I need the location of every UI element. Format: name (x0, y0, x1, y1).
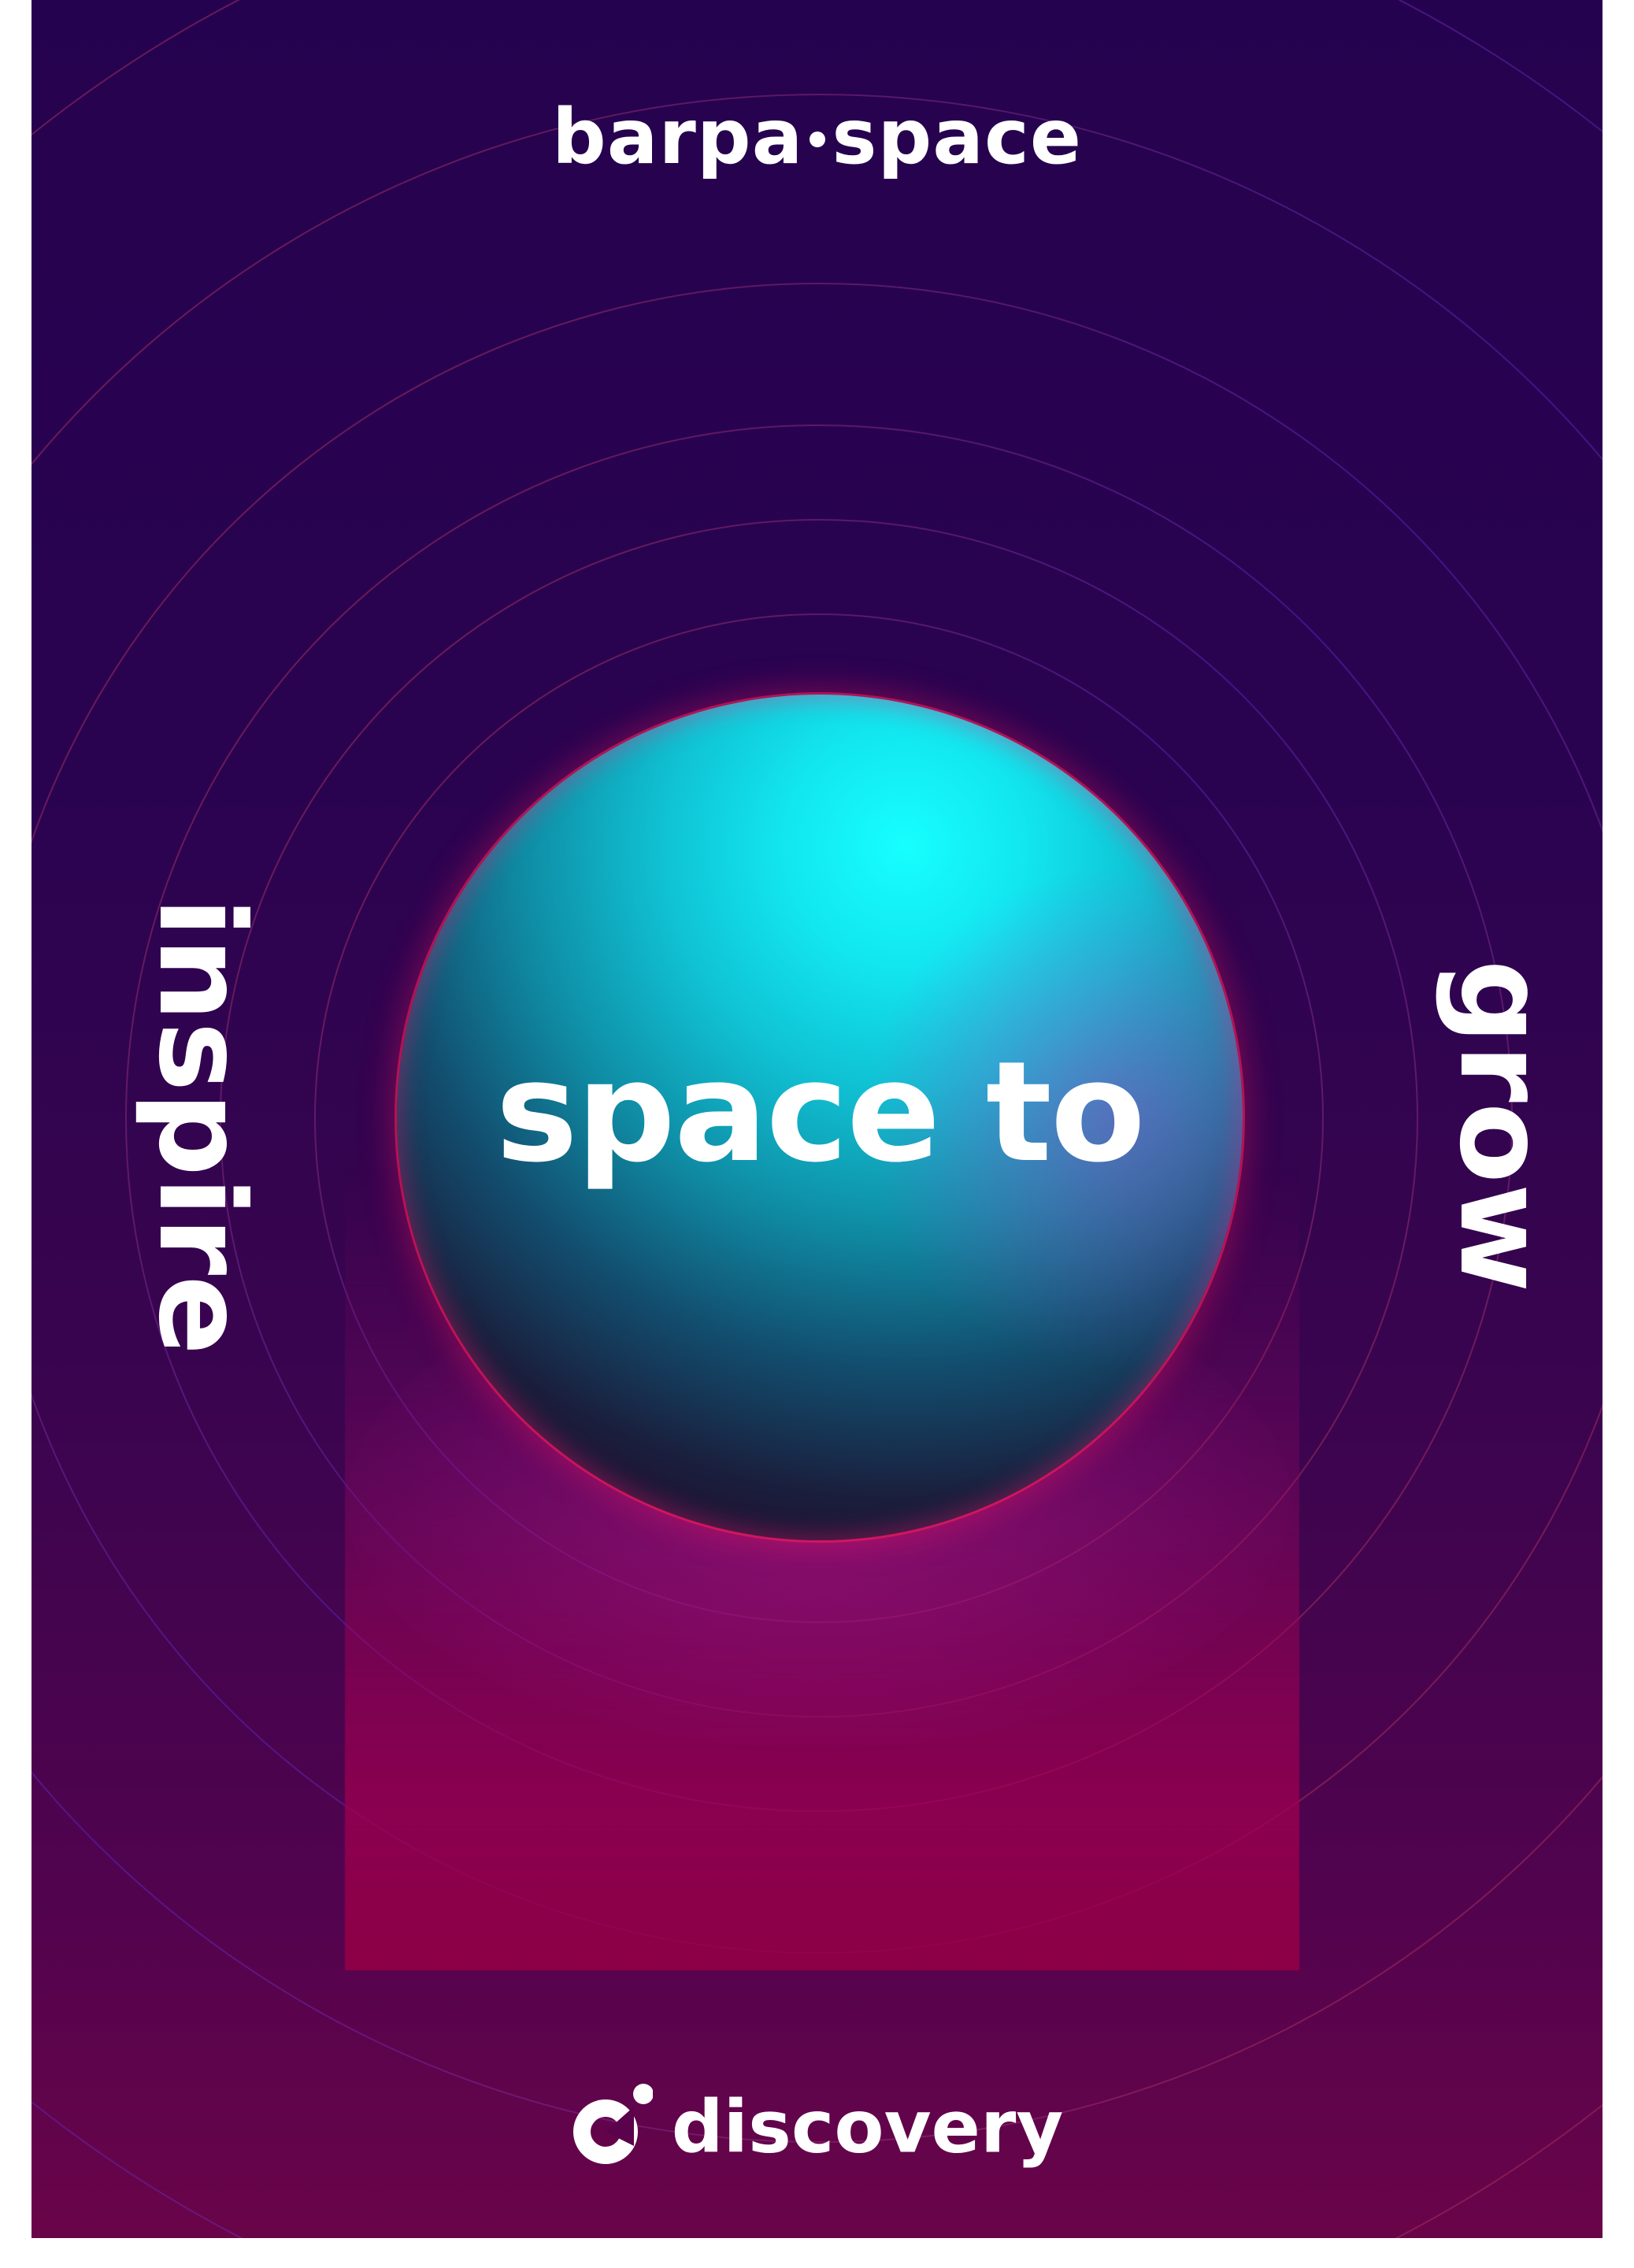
discovery-logo-icon (571, 2083, 653, 2165)
brand-name-right: space (832, 93, 1082, 181)
page-margin (0, 2238, 1634, 2268)
headline: space to (495, 1032, 1146, 1193)
side-text-left: inspire (132, 897, 269, 1355)
discovery-wordmark: discovery (671, 2085, 1064, 2170)
brand-name-left: barpa (552, 93, 804, 181)
brand-logo-top: barpa space (31, 93, 1603, 181)
side-text-right: grow (1433, 959, 1570, 1293)
poster: barpa space space to inspire grow discove… (31, 0, 1603, 2238)
brand-logo-bottom: discovery (31, 2084, 1603, 2173)
brand-dot-icon (810, 131, 826, 147)
